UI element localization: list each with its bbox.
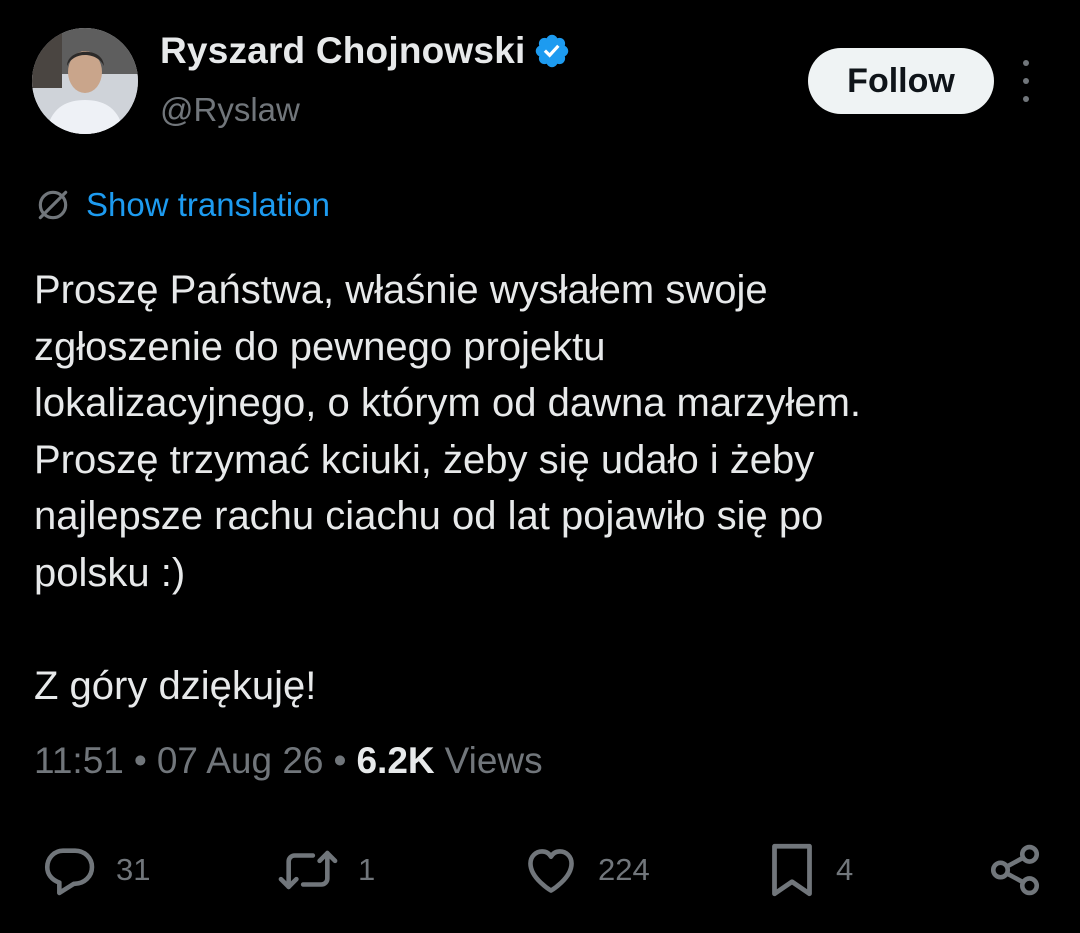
author-avatar[interactable] <box>32 28 138 134</box>
views-count[interactable]: 6.2K <box>356 740 434 782</box>
author-handle[interactable]: @Ryslaw <box>160 91 300 129</box>
bookmark-count: 4 <box>836 852 854 887</box>
bookmark-icon <box>772 843 812 897</box>
share-icon <box>990 844 1040 896</box>
share-button[interactable] <box>986 838 1044 902</box>
meta-separator: • <box>133 740 147 781</box>
show-translation-link[interactable]: Show translation <box>86 186 330 224</box>
heart-icon <box>528 849 574 893</box>
like-button[interactable]: 224 <box>522 838 650 902</box>
reply-button[interactable]: 31 <box>40 838 150 902</box>
tweet-date[interactable]: 07 Aug 26 <box>157 740 324 782</box>
translate-globe-icon <box>38 190 68 220</box>
bookmark-button[interactable]: 4 <box>766 838 853 902</box>
repost-count: 1 <box>358 852 376 887</box>
author-name-row: Ryszard Chojnowski <box>160 30 571 72</box>
views-label[interactable]: Views <box>445 740 543 782</box>
repost-arrows-icon <box>278 850 338 890</box>
show-translation-row[interactable]: Show translation <box>34 186 330 224</box>
reply-bubble-icon <box>44 848 95 896</box>
more-vertical-icon[interactable] <box>1012 60 1040 102</box>
repost-button[interactable]: 1 <box>276 838 375 902</box>
tweet-time[interactable]: 11:51 <box>34 740 124 782</box>
verified-badge-icon[interactable] <box>533 32 571 70</box>
reply-count: 31 <box>116 852 151 887</box>
avatar-image <box>32 28 138 134</box>
author-name[interactable]: Ryszard Chojnowski <box>160 30 525 72</box>
meta-separator: • <box>333 740 347 781</box>
tweet-meta: 11:51 • 07 Aug 26 • 6.2K Views <box>34 740 543 782</box>
tweet-text: Proszę Państwa, właśnie wysłałem swoje z… <box>34 268 862 708</box>
tweet-actions-bar: 31 1 224 4 <box>0 838 1080 902</box>
like-count: 224 <box>598 852 650 887</box>
follow-button[interactable]: Follow <box>808 48 994 114</box>
